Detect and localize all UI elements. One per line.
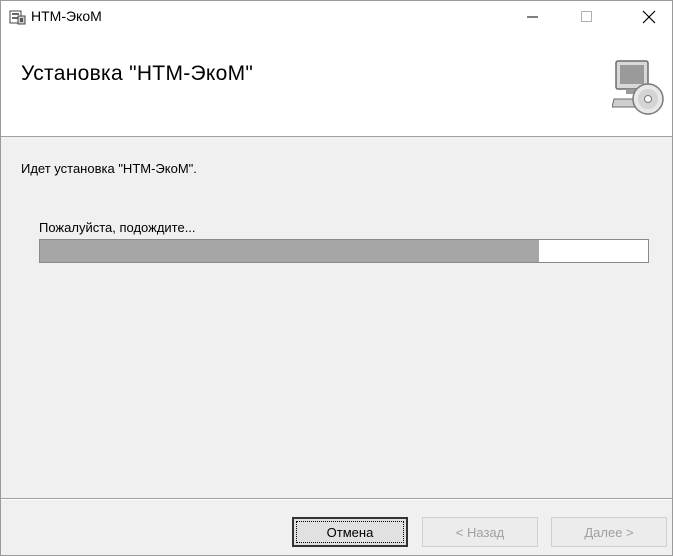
maximize-icon	[581, 10, 592, 22]
next-button-label: Далее >	[584, 524, 634, 540]
setup-computer-disc-icon	[612, 60, 664, 115]
back-button[interactable]: < Назад	[422, 517, 538, 547]
window-title: НТМ-ЭкоМ	[31, 8, 102, 24]
maximize-button[interactable]	[564, 1, 610, 32]
minimize-button[interactable]	[510, 1, 556, 32]
page-title: Установка "НТМ-ЭкоМ"	[21, 62, 254, 85]
minimize-icon	[527, 16, 538, 17]
close-icon	[642, 10, 656, 23]
please-wait-label: Пожалуйста, подождите...	[39, 220, 196, 235]
progress-fill	[40, 240, 539, 262]
title-bar[interactable]: НТМ-ЭкоМ	[1, 1, 672, 32]
installer-window: НТМ-ЭкоМ Установка "НТМ-ЭкоМ" Идет устан…	[0, 0, 673, 556]
cancel-button[interactable]: Отмена	[292, 517, 408, 547]
header-banner: Установка "НТМ-ЭкоМ"	[1, 32, 672, 137]
install-progress-bar	[39, 239, 649, 263]
next-button[interactable]: Далее >	[551, 517, 667, 547]
close-button[interactable]	[626, 1, 672, 32]
back-button-label: < Назад	[455, 524, 505, 540]
install-status-text: Идет установка "НТМ-ЭкоМ".	[21, 161, 197, 176]
msi-installer-icon	[9, 10, 26, 25]
footer-separator	[1, 498, 672, 500]
